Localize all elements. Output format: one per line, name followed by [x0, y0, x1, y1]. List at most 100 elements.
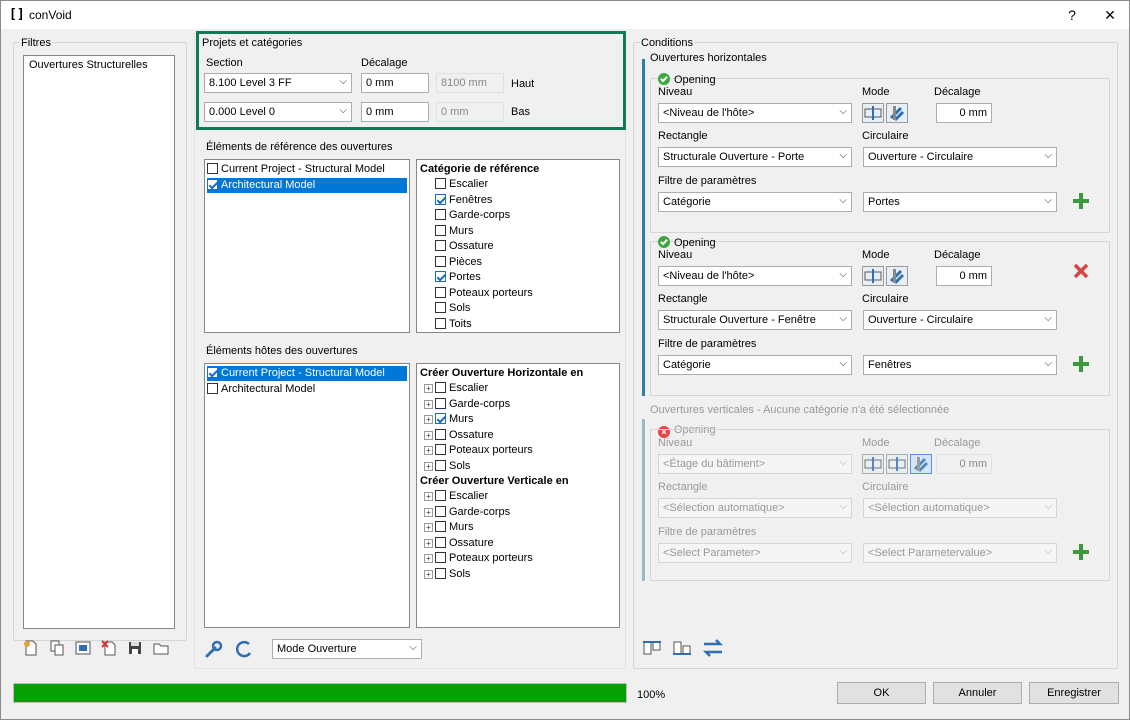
vertical-category-row[interactable]: + Garde-corps — [424, 505, 510, 520]
reference-category-row[interactable]: Pièces — [435, 255, 482, 270]
refresh-icon[interactable] — [233, 638, 255, 660]
opening1-circulaire-select[interactable]: Ouverture - Circulaire ⌵ — [863, 147, 1057, 167]
checkbox[interactable] — [435, 255, 446, 267]
opening2-offset-input[interactable]: 0 mm — [936, 266, 992, 286]
wrench-icon[interactable] — [203, 638, 225, 660]
new-filter-icon[interactable] — [22, 639, 40, 657]
reference-category-row[interactable]: Fenêtres — [435, 193, 492, 208]
horizontal-category-row[interactable]: + Garde-corps — [424, 397, 510, 412]
opening2-value-select[interactable]: Fenêtres ⌵ — [863, 355, 1057, 375]
cancel-button[interactable]: Annuler — [933, 682, 1022, 704]
opening1-param-select[interactable]: Catégorie ⌵ — [658, 192, 852, 212]
reference-category-row[interactable]: Poteaux porteurs — [435, 286, 533, 301]
expand-icon[interactable]: + — [424, 384, 433, 393]
checkbox[interactable] — [435, 271, 446, 282]
add-condition-icon[interactable] — [1072, 355, 1090, 373]
top-section-select[interactable]: 8.100 Level 3 FF ⌵ — [204, 73, 352, 93]
reference-models-list[interactable]: Current Project - Structural Model Archit… — [204, 159, 410, 333]
help-button[interactable]: ? — [1053, 1, 1091, 29]
checkbox[interactable] — [435, 459, 446, 471]
checkbox[interactable] — [207, 367, 218, 378]
vertical-category-row[interactable]: + Murs — [424, 520, 473, 535]
mode-select[interactable]: Mode Ouverture ⌵ — [272, 639, 422, 659]
checkbox[interactable] — [435, 536, 446, 548]
delete-filter-icon[interactable] — [100, 639, 118, 657]
opening2-niveau-select[interactable]: <Niveau de l'hôte> ⌵ — [658, 266, 852, 286]
checkbox[interactable] — [435, 567, 446, 579]
open-folder-icon[interactable] — [152, 639, 170, 657]
checkbox[interactable] — [435, 286, 446, 298]
rename-filter-icon[interactable] — [74, 639, 92, 657]
expand-icon[interactable]: + — [424, 415, 433, 424]
reference-model-row[interactable]: Current Project - Structural Model — [207, 162, 407, 177]
copy-filter-icon[interactable] — [48, 639, 66, 657]
opening1-rectangle-select[interactable]: Structurale Ouverture - Porte ⌵ — [658, 147, 852, 167]
reference-category-row[interactable]: Sols — [435, 301, 470, 316]
top-offset-input[interactable]: 0 mm — [361, 73, 429, 93]
vertical-category-row[interactable]: + Sols — [424, 567, 470, 582]
checkbox[interactable] — [435, 444, 446, 455]
reference-category-row[interactable]: Ossature — [435, 239, 494, 254]
expand-icon[interactable]: + — [424, 461, 433, 471]
reference-category-row[interactable]: Murs — [435, 224, 473, 239]
opening2-circulaire-select[interactable]: Ouverture - Circulaire ⌵ — [863, 310, 1057, 330]
mode-option-icon[interactable] — [862, 266, 884, 286]
horizontal-category-row[interactable]: + Ossature — [424, 428, 494, 443]
opening2-param-select[interactable]: Catégorie ⌵ — [658, 355, 852, 375]
checkbox[interactable] — [435, 382, 446, 393]
checkbox[interactable] — [435, 240, 446, 251]
reference-categories-tree[interactable]: Catégorie de référence Escalier Fenêtres G… — [416, 159, 620, 333]
checkbox[interactable] — [435, 413, 446, 424]
align-bottom-icon[interactable] — [671, 637, 693, 659]
host-models-list[interactable]: Current Project - Structural Model Archit… — [204, 363, 410, 628]
host-categories-tree[interactable]: Créer Ouverture Horizontale en + Escalier… — [416, 363, 620, 628]
checkbox[interactable] — [435, 224, 446, 236]
reference-category-row[interactable]: Toits — [435, 317, 472, 332]
mode-option-icon[interactable] — [862, 103, 884, 123]
checkbox[interactable] — [435, 178, 446, 189]
expand-icon[interactable]: + — [424, 523, 433, 532]
expand-icon[interactable]: + — [424, 446, 433, 455]
checkbox[interactable] — [207, 178, 218, 190]
bottom-section-select[interactable]: 0.000 Level 0 ⌵ — [204, 102, 352, 122]
host-model-row[interactable]: Current Project - Structural Model — [207, 366, 407, 381]
expand-icon[interactable]: + — [424, 507, 433, 517]
vertical-category-row[interactable]: + Ossature — [424, 536, 494, 551]
checkbox[interactable] — [435, 490, 446, 501]
horizontal-category-row[interactable]: + Escalier — [424, 381, 488, 396]
add-condition-icon[interactable] — [1072, 192, 1090, 210]
swap-icon[interactable] — [701, 637, 725, 659]
reference-category-row[interactable]: Escalier — [435, 177, 488, 192]
bottom-offset-input[interactable]: 0 mm — [361, 102, 429, 122]
reference-category-row[interactable]: Portes — [435, 270, 481, 285]
checkbox[interactable] — [435, 209, 446, 220]
checkbox[interactable] — [207, 382, 218, 394]
mode-option-icon[interactable] — [886, 266, 908, 286]
reference-model-row[interactable]: Architectural Model — [207, 177, 407, 193]
expand-icon[interactable]: + — [424, 430, 433, 440]
checkbox[interactable] — [435, 428, 446, 440]
horizontal-category-row[interactable]: + Murs — [424, 412, 473, 427]
horizontal-category-row[interactable]: + Sols — [424, 459, 470, 474]
opening2-rectangle-select[interactable]: Structurale Ouverture - Fenêtre ⌵ — [658, 310, 852, 330]
reference-category-row[interactable]: Garde-corps — [435, 208, 510, 223]
checkbox[interactable] — [435, 397, 446, 409]
delete-icon[interactable] — [1072, 262, 1090, 280]
expand-icon[interactable]: + — [424, 492, 433, 501]
expand-icon[interactable]: + — [424, 569, 433, 579]
vertical-category-row[interactable]: + Poteaux porteurs — [424, 551, 533, 566]
vertical-category-row[interactable]: + Escalier — [424, 489, 488, 504]
checkbox[interactable] — [435, 302, 446, 313]
filter-item[interactable]: Ouvertures Structurelles — [29, 58, 148, 73]
save-button[interactable]: Enregistrer — [1029, 682, 1119, 704]
checkbox[interactable] — [435, 193, 446, 205]
checkbox[interactable] — [435, 317, 446, 329]
mode-option-icon[interactable] — [886, 103, 908, 123]
horizontal-category-row[interactable]: + Poteaux porteurs — [424, 443, 533, 458]
opening1-niveau-select[interactable]: <Niveau de l'hôte> ⌵ — [658, 103, 852, 123]
opening1-value-select[interactable]: Portes ⌵ — [863, 192, 1057, 212]
checkbox[interactable] — [435, 505, 446, 517]
opening1-offset-input[interactable]: 0 mm — [936, 103, 992, 123]
save-filter-icon[interactable] — [126, 639, 144, 657]
filters-list[interactable]: Ouvertures Structurelles — [23, 55, 175, 629]
